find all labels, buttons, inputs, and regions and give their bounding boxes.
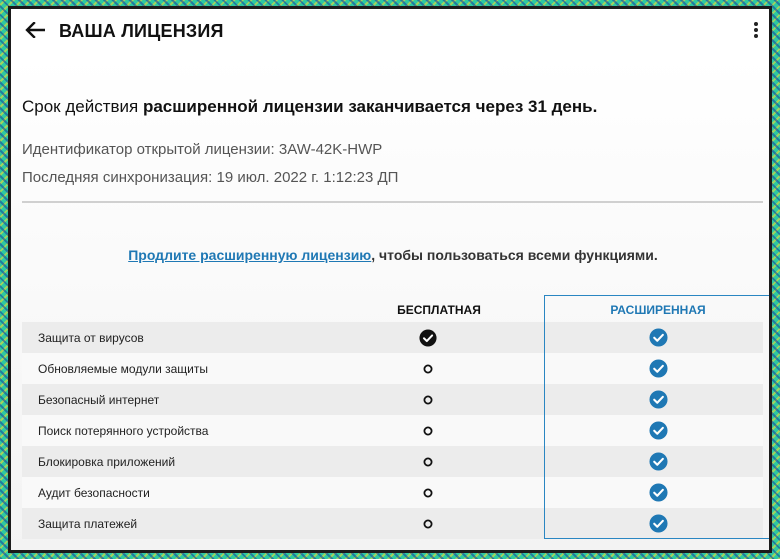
free-status-cell [419, 515, 437, 533]
free-status-cell [419, 328, 437, 347]
column-header-premium: РАСШИРЕННАЯ [610, 303, 706, 317]
more-vert-icon [754, 22, 758, 26]
check-circle-icon [648, 514, 668, 533]
app-bar: ВАША ЛИЦЕНЗИЯ [11, 9, 769, 55]
back-button[interactable] [23, 18, 47, 42]
table-row: Поиск потерянного устройства [22, 415, 763, 446]
free-status-cell [419, 391, 437, 409]
premium-status-cell [648, 452, 668, 472]
table-row: Обновляемые модули защиты [22, 353, 763, 384]
renew-license-link[interactable]: Продлите расширенную лицензию [128, 247, 371, 263]
license-id-text: Идентификатор открытой лицензии: 3AW-42K… [22, 141, 383, 158]
feature-label: Защита платежей [38, 516, 138, 531]
page-title: ВАША ЛИЦЕНЗИЯ [59, 21, 224, 41]
empty-circle-icon [423, 426, 433, 435]
feature-label: Защита от вирусов [38, 330, 144, 345]
premium-status-cell [648, 514, 668, 534]
free-status-cell [419, 360, 437, 378]
table-row: Защита платежей [22, 508, 763, 539]
empty-circle-icon [423, 519, 433, 528]
premium-status-cell [648, 359, 668, 379]
license-content: Срок действия расширенной лицензии закан… [11, 55, 769, 550]
arrow-left-icon [25, 22, 45, 38]
empty-circle-icon [423, 457, 433, 466]
premium-status-cell [648, 483, 668, 503]
table-row: Защита от вирусов [22, 322, 763, 353]
feature-label: Блокировка приложений [38, 454, 176, 469]
app-window: ВАША ЛИЦЕНЗИЯ Срок действия расширенной … [8, 6, 772, 553]
renew-promo: Продлите расширенную лицензию, чтобы пол… [128, 247, 658, 263]
column-header-free: БЕСПЛАТНАЯ [397, 303, 481, 317]
check-circle-icon [419, 328, 437, 347]
check-circle-icon [648, 328, 668, 347]
feature-label: Аудит безопасности [38, 485, 150, 500]
free-status-cell [419, 422, 437, 440]
premium-status-cell [648, 328, 668, 348]
check-circle-icon [648, 483, 668, 502]
empty-circle-icon [423, 364, 433, 373]
feature-label: Безопасный интернет [38, 392, 160, 407]
table-row: Блокировка приложений [22, 446, 763, 477]
more-options-button[interactable] [751, 20, 761, 40]
check-circle-icon [648, 359, 668, 378]
feature-label: Поиск потерянного устройства [38, 423, 209, 438]
free-status-cell [419, 484, 437, 502]
feature-rows: Защита от вирусов Обновляемые модули защи… [22, 322, 763, 539]
empty-circle-icon [423, 395, 433, 404]
divider [22, 201, 763, 203]
last-sync-text: Последняя синхронизация: 19 июл. 2022 г.… [22, 169, 399, 186]
table-row: Аудит безопасности [22, 477, 763, 508]
feature-label: Обновляемые модули защиты [38, 361, 208, 376]
check-circle-icon [648, 421, 668, 440]
free-status-cell [419, 453, 437, 471]
premium-status-cell [648, 421, 668, 441]
check-circle-icon [648, 390, 668, 409]
empty-circle-icon [423, 488, 433, 497]
check-circle-icon [648, 452, 668, 471]
premium-status-cell [648, 390, 668, 410]
license-expiry-text: Срок действия расширенной лицензии закан… [22, 97, 598, 116]
table-row: Безопасный интернет [22, 384, 763, 415]
